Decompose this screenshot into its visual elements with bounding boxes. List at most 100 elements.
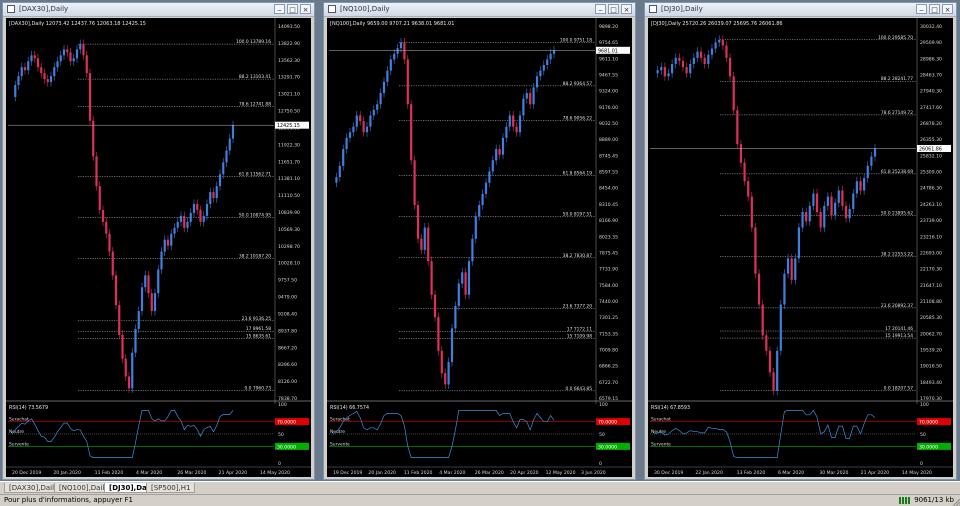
candle-body	[101, 209, 105, 222]
candle-body	[121, 334, 124, 359]
close-button[interactable]: ×	[942, 4, 953, 14]
price-tick-label: 10298.70	[278, 244, 300, 250]
minimize-button[interactable]: ‒	[916, 4, 927, 14]
candle-body	[33, 55, 36, 59]
connection-icon	[899, 496, 912, 504]
rsi-axis-top: 100	[278, 402, 287, 408]
candle-body	[342, 149, 345, 166]
candle-body	[866, 165, 869, 179]
fib-level-label: 15 8635.61	[246, 334, 271, 340]
close-button[interactable]: ×	[300, 4, 311, 14]
chart-area[interactable]: [DJ30],Daily 25720.26 26039.07 25695.76 …	[648, 18, 953, 477]
window-titlebar[interactable]: [DJ30],Daily ‒ □ ×	[645, 3, 956, 17]
candle-body	[427, 227, 430, 262]
maximize-button[interactable]: □	[608, 4, 619, 14]
price-tick-label: 8023.35	[599, 234, 618, 240]
time-tick-label: 20 Dec 2019	[12, 470, 41, 476]
candle-body	[461, 272, 464, 284]
window-titlebar[interactable]: [DAX30],Daily ‒ □ ×	[3, 3, 314, 17]
price-tick-label: 13291.70	[278, 75, 300, 81]
candle-body	[131, 352, 134, 389]
chart-window-icon	[649, 5, 657, 13]
candle-body	[420, 238, 423, 250]
candle-body	[376, 104, 379, 110]
candle-body	[147, 275, 150, 294]
time-tick-label: 3 Jun 2020	[581, 470, 606, 476]
rsi-axis-mid: 50	[920, 432, 926, 438]
chart-window-nq[interactable]: [NQ100],Daily ‒ □ × [NQ100],Daily 9659.0…	[323, 2, 636, 480]
price-tick-label: 21108.80	[920, 299, 942, 305]
candle-body	[62, 49, 66, 56]
candle-body	[114, 275, 118, 306]
time-tick-label: 4 Mar 2020	[439, 470, 465, 476]
candle-body	[467, 261, 471, 295]
candle-body	[218, 174, 222, 187]
window-titlebar[interactable]: [NQ100],Daily ‒ □ ×	[324, 3, 635, 17]
candle-body	[671, 63, 674, 74]
candle-body	[27, 61, 30, 71]
candle-body	[150, 293, 153, 312]
candle-body	[692, 57, 695, 64]
fib-level-label: 88.2 28241.77	[881, 76, 913, 82]
candle-body	[736, 110, 739, 145]
candle-body	[222, 162, 225, 175]
rsi-overbought-value: 70.0000	[919, 420, 938, 426]
time-tick-label: 14 May 2020	[260, 470, 290, 476]
price-tick-label: 11110.50	[278, 193, 300, 199]
time-tick-label: 20 Jan 2020	[53, 470, 81, 476]
maximize-button[interactable]: □	[929, 4, 940, 14]
fib-level-label: 61.8 25238.69	[881, 169, 913, 175]
chart-area[interactable]: [DAX30],Daily 12073.42 12437.76 12063.18…	[6, 18, 311, 477]
price-tick-label: 8667.20	[278, 345, 297, 351]
candle-body	[794, 258, 797, 280]
price-tick-label: 9467.55	[599, 73, 618, 79]
candle-body	[539, 70, 542, 77]
price-tick-label: 11922.30	[278, 142, 300, 148]
price-tick-label: 13021.10	[278, 92, 300, 98]
candle-body	[797, 227, 801, 259]
candle-body	[873, 148, 877, 157]
minimize-button[interactable]: ‒	[595, 4, 606, 14]
candle-body	[525, 93, 528, 99]
candle-body	[674, 57, 677, 64]
minimize-button[interactable]: ‒	[274, 4, 285, 14]
candle-body	[433, 294, 437, 318]
tab-sp500[interactable]: [SP500],H1	[146, 483, 196, 493]
candle-body	[728, 57, 732, 77]
price-chart-svg[interactable]: [NQ100],Daily 9659.00 9707.21 9638.01 96…	[327, 18, 632, 477]
chart-window-dax[interactable]: [DAX30],Daily ‒ □ × [DAX30],Daily 12073.…	[2, 2, 315, 480]
time-tick-label: 11 Feb 2020	[404, 470, 433, 476]
candle-body	[739, 144, 743, 163]
candle-body	[186, 221, 189, 228]
candle-body	[124, 358, 127, 377]
price-tick-label: 28463.70	[920, 73, 942, 79]
candle-body	[157, 269, 160, 294]
candle-body	[732, 76, 735, 111]
candle-body	[689, 63, 692, 74]
candle-body	[215, 186, 218, 199]
candle-body	[20, 67, 23, 77]
fib-level-label: 78.6 27149.72	[881, 110, 913, 116]
candle-body	[134, 328, 137, 353]
price-tick-label: 27940.30	[920, 89, 942, 95]
maximize-button[interactable]: □	[287, 4, 298, 14]
candle-body	[844, 205, 848, 219]
chart-window-dj[interactable]: [DJ30],Daily ‒ □ × [DJ30],Daily 25720.26…	[644, 2, 957, 480]
fib-level-label: 100.0 9751.18	[560, 37, 592, 43]
rsi-oversold-value: 30.0000	[598, 444, 617, 450]
candle-body	[505, 126, 508, 138]
candle-body	[85, 55, 88, 74]
last-price-label: 12425.15	[277, 123, 300, 129]
rsi-neutral-name: Neutre	[9, 429, 24, 435]
chart-area[interactable]: [NQ100],Daily 9659.00 9707.21 9638.01 96…	[327, 18, 632, 477]
rsi-oversold-value: 30.0000	[277, 444, 296, 450]
candle-body	[721, 39, 724, 46]
close-button[interactable]: ×	[621, 4, 632, 14]
candle-body	[160, 251, 163, 270]
price-chart-svg[interactable]: [DJ30],Daily 25720.26 26039.07 25695.76 …	[648, 18, 953, 477]
price-chart-svg[interactable]: [DAX30],Daily 12073.42 12437.76 12063.18…	[6, 18, 311, 477]
candle-body	[754, 227, 757, 274]
fib-level-label: 0.0 6643.85	[565, 386, 592, 392]
candle-body	[656, 70, 659, 74]
candle-body	[118, 305, 121, 335]
